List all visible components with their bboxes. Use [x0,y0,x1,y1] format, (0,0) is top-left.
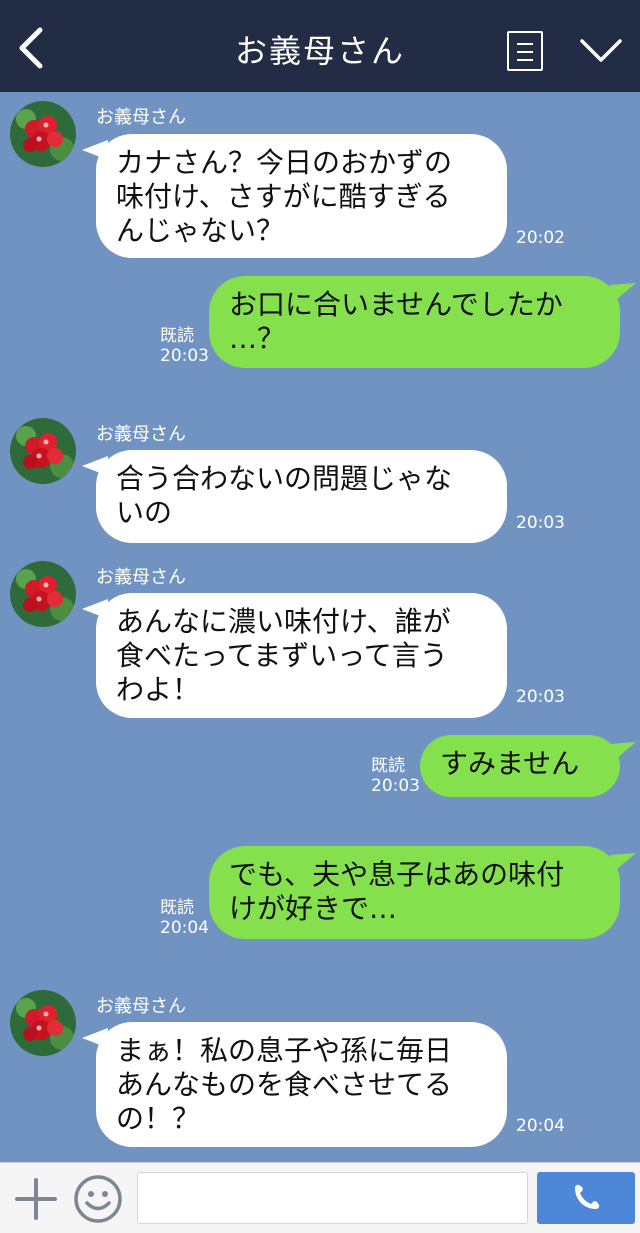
message-bubble[interactable]: まぁ！私の息子や孫に毎日 あんなものを食べさせてる の！？ [96,1022,507,1147]
message-composer [0,1162,640,1233]
read-receipt: 既読 [160,326,194,346]
message-line: 合う合わないの問題じゃな [116,462,453,495]
message-bubble[interactable]: お口に合いませんでしたか …？ [209,276,620,368]
message-time: 20:03 [371,776,420,796]
read-receipt: 既読 [371,756,405,776]
message-line: けが好きで… [229,892,398,925]
message-time: 20:04 [160,918,209,938]
message-line: でも、夫や息子はあの味付 [229,858,565,891]
menu-list-icon[interactable] [507,31,543,71]
sender-name: お義母さん [96,567,186,588]
read-receipt: 既読 [160,898,194,918]
message-line: の！？ [116,1102,201,1135]
plus-icon[interactable] [14,1177,58,1221]
message-line: すみません [440,747,580,780]
avatar[interactable] [10,990,76,1056]
sender-name: お義母さん [96,996,186,1017]
avatar[interactable] [10,418,76,484]
message-time: 20:04 [516,1116,565,1136]
message-line: 食べたってまずいって言う [116,639,448,672]
sender-name: お義母さん [96,107,186,128]
message-line: わよ！ [116,673,201,706]
message-time: 20:02 [516,228,565,248]
message-line: お口に合いませんでしたか [229,288,563,321]
chat-title: お義母さん [234,32,405,70]
message-bubble[interactable]: あんなに濃い味付け、誰が 食べたってまずいって言う わよ！ [96,593,507,718]
smiley-icon[interactable] [73,1174,123,1224]
message-bubble[interactable]: でも、夫や息子はあの味付 けが好きで… [209,846,620,939]
message-line: んじゃない？ [116,214,285,247]
message-line: 味付け、さすがに酷すぎる [116,180,451,213]
phone-icon [575,1184,600,1209]
message-bubble[interactable]: すみません [420,735,620,797]
message-line: まぁ！私の息子や孫に毎日 [116,1034,453,1067]
message-time: 20:03 [516,513,565,533]
message-line: …？ [229,322,286,355]
sender-name: お義母さん [96,424,186,445]
message-time: 20:03 [160,346,209,366]
message-bubble[interactable]: 合う合わないの問題じゃな いの [96,450,507,543]
message-list[interactable]: お義母さん カナさん？今日のおかずの 味付け、さすがに酷すぎる んじゃない？ 2… [0,92,640,1162]
message-line: あんなものを食べさせてる [116,1068,453,1101]
chat-header: お義母さん [0,0,640,92]
message-time: 20:03 [516,687,565,707]
message-line: いの [116,496,173,529]
message-bubble[interactable]: カナさん？今日のおかずの 味付け、さすがに酷すぎる んじゃない？ [96,134,507,258]
chevron-down-icon[interactable] [580,38,622,64]
avatar[interactable] [10,101,76,167]
message-input[interactable] [137,1172,528,1224]
call-button[interactable] [537,1172,635,1224]
message-line: あんなに濃い味付け、誰が [116,605,451,638]
message-line: カナさん？今日のおかずの [116,146,453,179]
avatar[interactable] [10,561,76,627]
